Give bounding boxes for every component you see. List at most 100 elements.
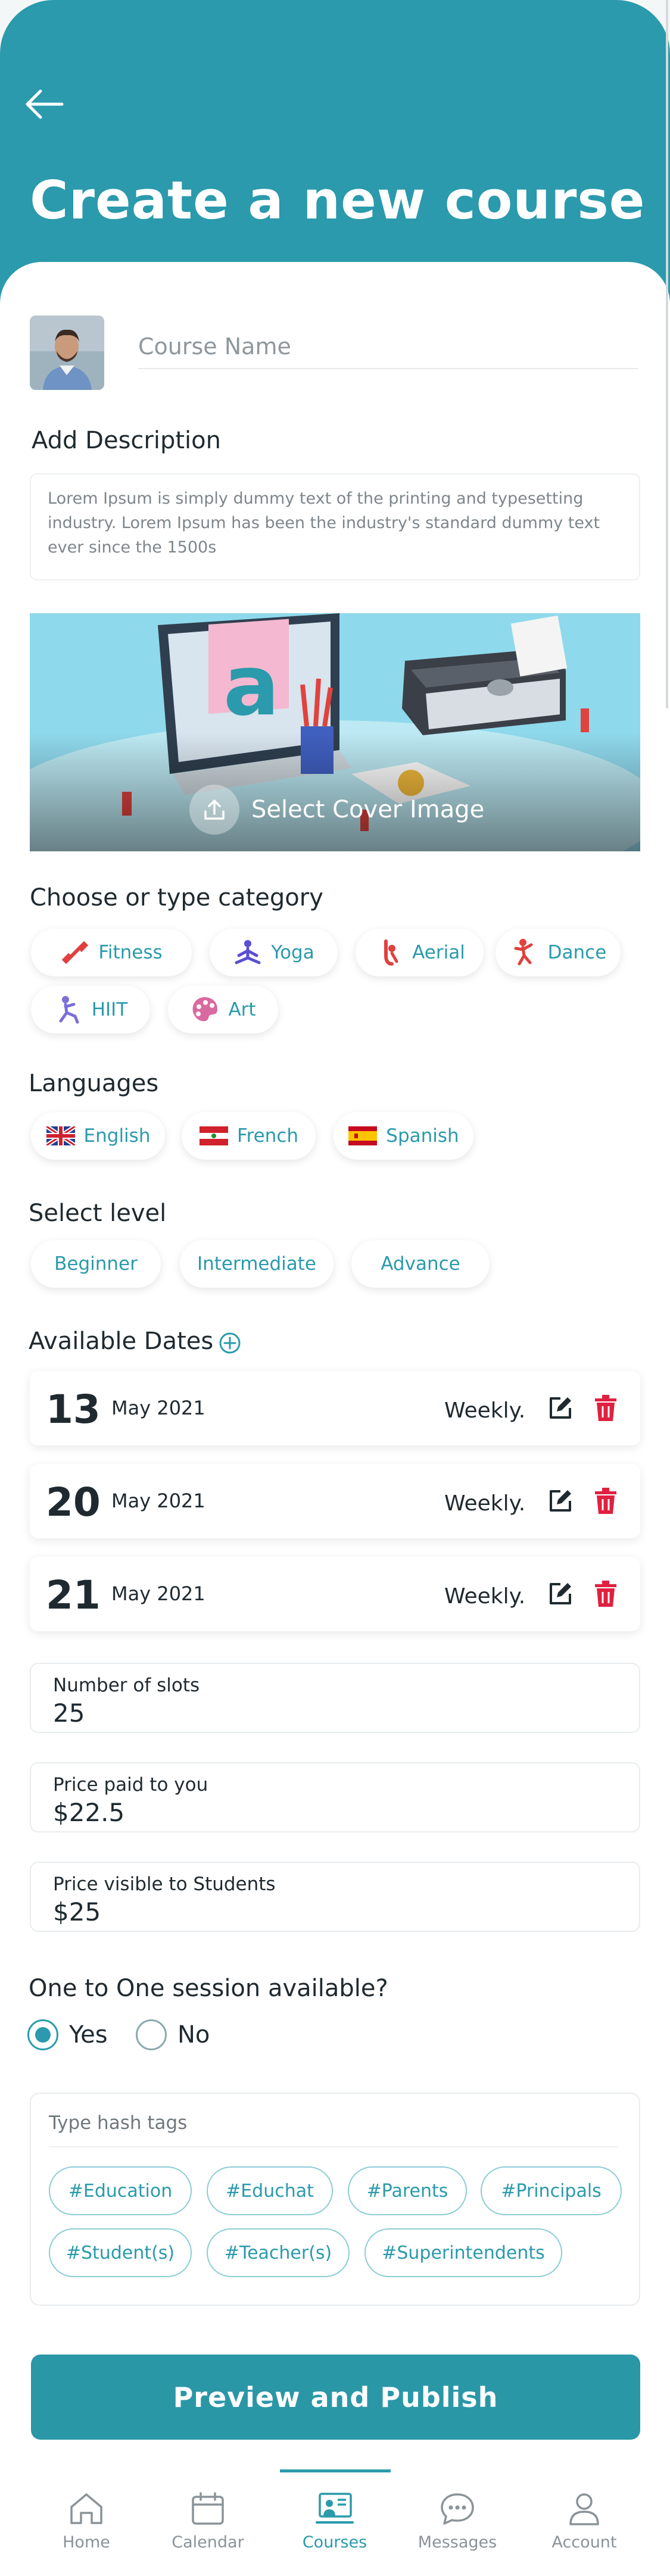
description-textarea[interactable]: Lorem Ipsum is simply dummy text of the … — [30, 473, 640, 580]
calendar-icon — [192, 2492, 224, 2525]
radio-no[interactable]: No — [136, 2019, 210, 2050]
messages-icon — [441, 2493, 474, 2525]
price-paid-value[interactable]: $22.5 — [53, 1798, 124, 1827]
language-chip-english[interactable]: English — [31, 1112, 165, 1160]
delete-date-button[interactable] — [593, 1579, 619, 1608]
trash-icon — [595, 1395, 616, 1421]
radio-unchecked-icon — [136, 2019, 167, 2050]
french-flag-icon — [199, 1121, 229, 1151]
select-cover-label: Select Cover Image — [251, 796, 485, 823]
level-chip-beginner[interactable]: Beginner — [31, 1240, 161, 1288]
dance-icon — [510, 938, 540, 967]
category-chip-hiit[interactable]: HIIT — [31, 986, 150, 1033]
category-label-yoga: Yoga — [271, 942, 314, 963]
trash-icon — [595, 1488, 616, 1514]
hashtag-chip[interactable]: #Education — [49, 2166, 192, 2215]
aerial-icon — [374, 938, 404, 967]
edit-icon — [550, 1583, 571, 1604]
arrow-left-icon — [26, 89, 64, 119]
select-cover-button[interactable]: Select Cover Image — [189, 785, 485, 835]
spain-flag-icon — [348, 1121, 378, 1151]
price-visible-field[interactable]: Price visible to Students $25 — [30, 1862, 640, 1932]
edit-icon — [550, 1490, 571, 1512]
price-visible-label: Price visible to Students — [53, 1874, 276, 1895]
preview-publish-button[interactable]: Preview and Publish — [31, 2355, 640, 2440]
back-button[interactable] — [24, 83, 71, 125]
nav-messages-label: Messages — [417, 2533, 497, 2552]
slots-field-value[interactable]: 25 — [53, 1698, 85, 1728]
price-visible-value[interactable]: $25 — [53, 1897, 101, 1926]
level-chip-intermediate[interactable]: Intermediate — [180, 1240, 334, 1288]
language-label-english: English — [83, 1125, 151, 1147]
category-chip-yoga[interactable]: Yoga — [210, 929, 338, 976]
category-chip-art[interactable]: Art — [168, 986, 278, 1033]
category-label-art: Art — [228, 999, 256, 1020]
dates-label: Available Dates — [29, 1328, 214, 1355]
category-chip-aerial[interactable]: Aerial — [356, 929, 484, 976]
category-label-fitness: Fitness — [98, 942, 163, 963]
language-label-spanish: Spanish — [386, 1125, 459, 1147]
date-day: 13 — [46, 1387, 101, 1432]
date-frequency: Weekly. — [444, 1398, 526, 1423]
trash-icon — [595, 1581, 616, 1607]
nav-calendar-label: Calendar — [172, 2533, 244, 2552]
date-row: 13 May 2021 Weekly. — [30, 1371, 640, 1445]
date-row: 20 May 2021 Weekly. — [30, 1464, 640, 1538]
edit-date-button[interactable] — [546, 1581, 574, 1608]
date-day: 21 — [46, 1572, 101, 1618]
slots-field[interactable]: Number of slots 25 — [30, 1663, 640, 1733]
radio-checked-icon — [27, 2019, 58, 2050]
account-icon — [569, 2493, 599, 2525]
nav-calendar[interactable]: Calendar — [154, 2491, 261, 2552]
avatar[interactable] — [30, 316, 104, 390]
nav-courses[interactable]: Courses — [281, 2491, 388, 2552]
delete-date-button[interactable] — [593, 1487, 619, 1515]
radio-yes[interactable]: Yes — [27, 2019, 108, 2050]
hashtag-chip[interactable]: #Principals — [481, 2166, 622, 2215]
category-chip-fitness[interactable]: Fitness — [31, 929, 192, 976]
category-label-aerial: Aerial — [412, 942, 465, 963]
date-month: May 2021 — [111, 1582, 205, 1605]
palette-icon — [190, 995, 220, 1025]
courses-icon — [316, 2493, 354, 2524]
hashtags-input[interactable]: Type hash tags — [49, 2112, 187, 2134]
delete-date-button[interactable] — [593, 1394, 619, 1422]
category-label-dance: Dance — [547, 942, 607, 963]
edit-date-button[interactable] — [546, 1488, 574, 1515]
hashtag-chip[interactable]: #Educhat — [207, 2166, 333, 2215]
nav-account[interactable]: Account — [531, 2491, 638, 2552]
scrollbar[interactable] — [666, 0, 668, 708]
add-date-button[interactable] — [218, 1331, 242, 1355]
nav-messages[interactable]: Messages — [404, 2491, 511, 2552]
upload-icon — [189, 785, 239, 835]
home-icon — [70, 2493, 102, 2524]
level-chip-advance[interactable]: Advance — [351, 1240, 490, 1288]
language-chip-french[interactable]: French — [182, 1112, 316, 1160]
plus-circle-icon — [219, 1332, 241, 1354]
dumbbell-icon — [60, 938, 90, 967]
yoga-icon — [233, 938, 263, 967]
divider — [49, 2146, 618, 2147]
category-label: Choose or type category — [30, 884, 323, 911]
radio-no-label: No — [177, 2021, 210, 2049]
one-to-one-question: One to One session available? — [29, 1975, 388, 2002]
language-chip-spanish[interactable]: Spanish — [334, 1112, 473, 1160]
edit-date-button[interactable] — [546, 1395, 574, 1422]
uk-flag-icon — [46, 1121, 76, 1151]
language-label-french: French — [236, 1125, 299, 1147]
avatar-photo — [30, 316, 104, 390]
hashtag-chip[interactable]: #Teacher(s) — [207, 2228, 350, 2277]
price-paid-label: Price paid to you — [53, 1774, 208, 1796]
hashtag-chip[interactable]: #Student(s) — [49, 2228, 192, 2277]
course-name-input[interactable] — [138, 324, 638, 369]
languages-label: Languages — [29, 1070, 159, 1097]
nav-courses-label: Courses — [302, 2533, 367, 2552]
page-title: Create a new course — [30, 170, 646, 231]
date-frequency: Weekly. — [444, 1584, 526, 1609]
nav-account-label: Account — [551, 2533, 617, 2552]
category-chip-dance[interactable]: Dance — [496, 929, 621, 976]
price-paid-field[interactable]: Price paid to you $22.5 — [30, 1762, 640, 1832]
hashtag-chip[interactable]: #Parents — [348, 2166, 467, 2215]
hashtag-chip[interactable]: #Superintendents — [364, 2228, 562, 2277]
nav-home[interactable]: Home — [33, 2491, 140, 2552]
